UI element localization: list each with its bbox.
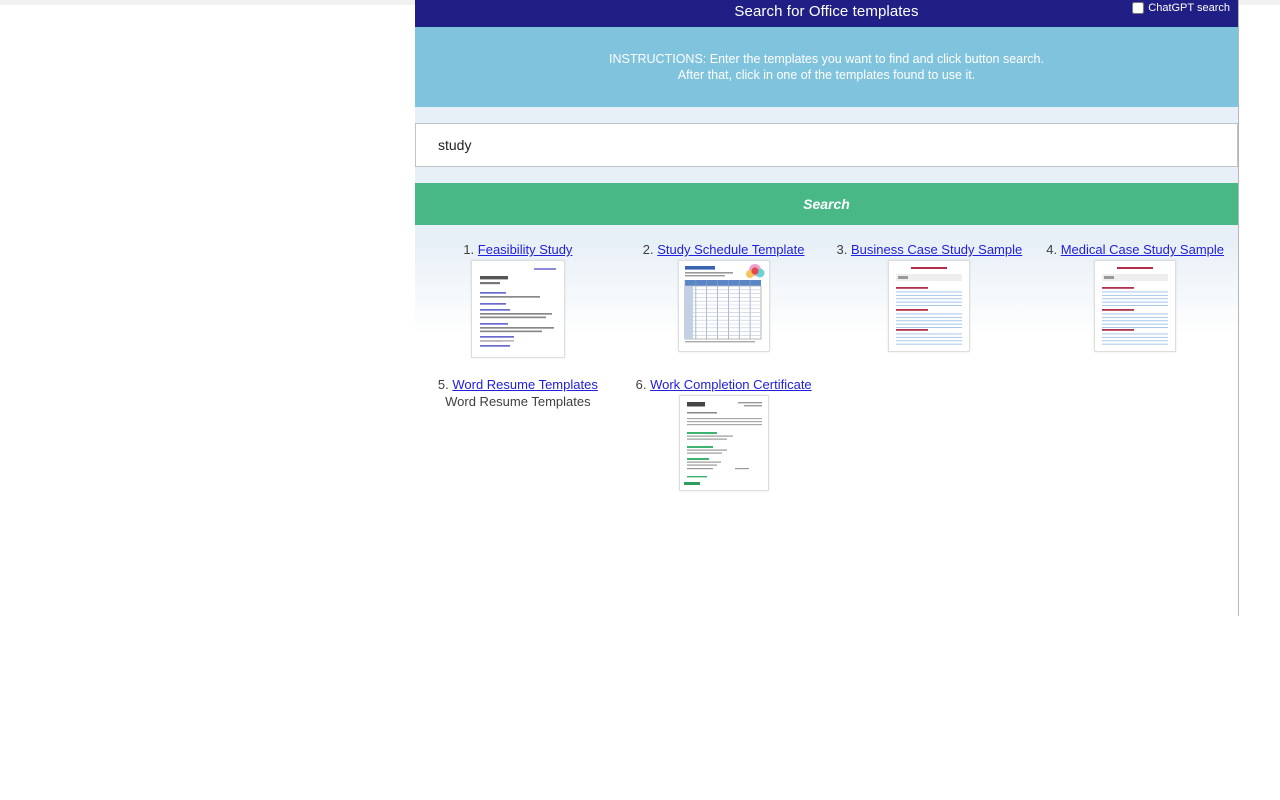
instructions-banner: INSTRUCTIONS: Enter the templates you wa… bbox=[415, 27, 1238, 107]
instructions-line-1: INSTRUCTIONS: Enter the templates you wa… bbox=[609, 52, 1044, 66]
form-spacer-top bbox=[415, 107, 1238, 123]
result-thumbnail-alt-text: Word Resume Templates bbox=[445, 394, 591, 409]
result-number: 2. bbox=[642, 242, 654, 257]
result-title-link[interactable]: Feasibility Study bbox=[478, 242, 573, 257]
result-thumbnail[interactable] bbox=[677, 260, 770, 352]
results-panel: 1. Feasibility Study 2. Study Schedule Te… bbox=[415, 225, 1238, 565]
result-thumbnail[interactable] bbox=[888, 260, 971, 352]
result-item[interactable]: 4. Medical Case Study Sample bbox=[1032, 241, 1238, 352]
search-input[interactable] bbox=[415, 123, 1238, 167]
result-thumbnail[interactable] bbox=[678, 395, 769, 491]
result-item[interactable]: 3. Business Case Study Sample bbox=[827, 241, 1033, 352]
result-title-link[interactable]: Word Resume Templates bbox=[452, 377, 597, 392]
document-lines-thumbnail-image bbox=[470, 260, 565, 358]
result-thumbnail[interactable] bbox=[470, 260, 565, 358]
result-heading: 2. Study Schedule Template bbox=[625, 241, 823, 258]
result-number: 5. bbox=[437, 377, 449, 392]
result-title-link[interactable]: Study Schedule Template bbox=[657, 242, 804, 257]
form-lines-thumbnail-image bbox=[888, 260, 971, 352]
search-button[interactable]: Search bbox=[415, 183, 1238, 225]
chatgpt-search-checkbox[interactable] bbox=[1132, 2, 1145, 14]
result-heading: 4. Medical Case Study Sample bbox=[1036, 241, 1234, 258]
result-number: 1. bbox=[463, 242, 475, 257]
result-item[interactable]: 6. Work Completion Certificate bbox=[621, 376, 827, 491]
instructions-line-2: After that, click in one of the template… bbox=[677, 68, 976, 82]
result-thumbnail[interactable] bbox=[1094, 260, 1177, 352]
page-title: Search for Office templates bbox=[734, 3, 919, 20]
chatgpt-search-toggle[interactable]: ChatGPT search bbox=[1132, 2, 1230, 14]
page-frame: Search for Office templates ChatGPT sear… bbox=[415, 0, 1239, 616]
search-form: Search bbox=[415, 107, 1238, 225]
result-heading: 6. Work Completion Certificate bbox=[625, 376, 823, 393]
result-item[interactable]: 5. Word Resume Templates Word Resume Temp… bbox=[415, 376, 621, 410]
result-number: 3. bbox=[836, 242, 848, 257]
result-number: 6. bbox=[635, 377, 647, 392]
app-header: Search for Office templates ChatGPT sear… bbox=[415, 0, 1238, 27]
result-heading: 3. Business Case Study Sample bbox=[831, 241, 1029, 258]
result-item[interactable]: 1. Feasibility Study bbox=[415, 241, 621, 358]
results-spacer bbox=[415, 225, 1238, 241]
results-grid: 1. Feasibility Study 2. Study Schedule Te… bbox=[415, 241, 1238, 509]
result-title-link[interactable]: Medical Case Study Sample bbox=[1061, 242, 1224, 257]
result-heading: 5. Word Resume Templates bbox=[419, 376, 617, 393]
result-item[interactable]: 2. Study Schedule Template bbox=[621, 241, 827, 352]
form-lines-thumbnail-image bbox=[1094, 260, 1177, 352]
result-title-link[interactable]: Business Case Study Sample bbox=[851, 242, 1022, 257]
result-number: 4. bbox=[1046, 242, 1058, 257]
chatgpt-search-label: ChatGPT search bbox=[1148, 2, 1230, 14]
result-title-link[interactable]: Work Completion Certificate bbox=[650, 377, 812, 392]
certificate-thumbnail-image bbox=[678, 395, 769, 491]
result-heading: 1. Feasibility Study bbox=[419, 241, 617, 258]
form-spacer-mid bbox=[415, 167, 1238, 183]
schedule-table-thumbnail-image bbox=[677, 260, 770, 352]
